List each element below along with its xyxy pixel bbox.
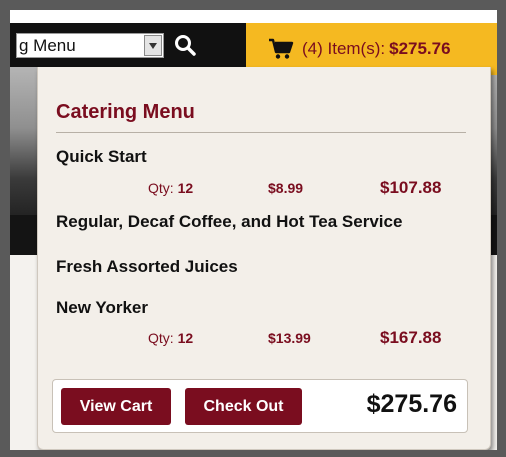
qty-label: Qty: [148, 180, 174, 196]
qty-value: 12 [177, 180, 194, 196]
qty-value: 12 [177, 330, 194, 346]
menu-select[interactable]: g Menu [16, 33, 164, 58]
qty: Qty: 12 [148, 330, 193, 346]
grand-total: $275.76 [366, 390, 457, 418]
chevron-down-icon[interactable] [144, 35, 162, 56]
cart-item-name: New Yorker [56, 298, 148, 317]
line-total: $107.88 [380, 178, 442, 197]
view-cart-button[interactable]: View Cart [61, 388, 171, 425]
qty: Qty: 12 [148, 180, 193, 196]
qty-label: Qty: [148, 330, 174, 346]
cart-footer: View Cart Check Out $275.76 [52, 379, 468, 433]
search-icon[interactable] [172, 32, 198, 58]
menu-select-value: g Menu [19, 36, 76, 55]
cart-item-name: Quick Start [56, 147, 147, 166]
dropdown-title: Catering Menu [56, 101, 195, 123]
page: g Menu (4) Item(s): $275.76 Catering Men… [10, 10, 497, 450]
cart-item-name: Fresh Assorted Juices [56, 257, 238, 276]
line-total: $167.88 [380, 328, 442, 347]
unit-price: $8.99 [268, 180, 304, 196]
cart-item-name: Regular, Decaf Coffee, and Hot Tea Servi… [56, 212, 403, 231]
cart-icon [268, 38, 294, 60]
check-out-button[interactable]: Check Out [185, 388, 302, 425]
cart-count: (4) Item(s): [302, 39, 386, 58]
unit-price: $13.99 [268, 330, 311, 346]
divider [56, 132, 466, 133]
cart-item-details: Qty: 12 $13.99 $167.88 [38, 328, 492, 350]
cart-total: $275.76 [389, 39, 451, 58]
screenshot-frame: g Menu (4) Item(s): $275.76 Catering Men… [0, 0, 506, 457]
cart-dropdown: Catering Menu Quick Start Qty: 12 $8.99 … [37, 67, 491, 450]
cart-item-details: Qty: 12 $8.99 $107.88 [38, 178, 492, 200]
